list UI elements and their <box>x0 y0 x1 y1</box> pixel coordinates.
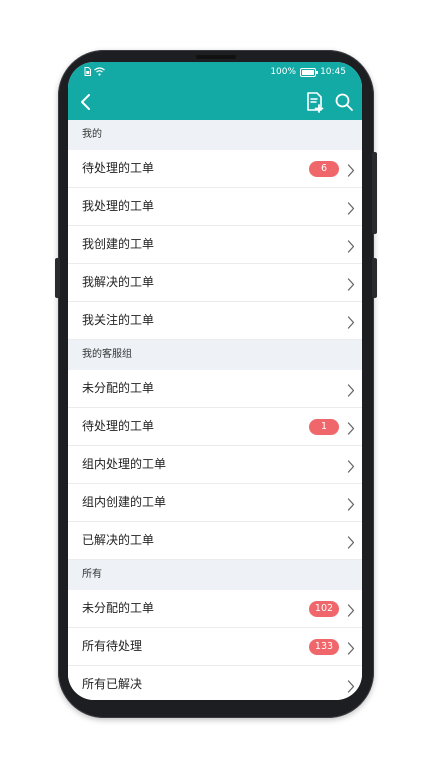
ticket-list-item[interactable]: 未分配的工单 <box>68 370 362 408</box>
ticket-list-item-label: 我处理的工单 <box>82 199 155 213</box>
status-bar: 100% 10:45 <box>68 62 362 84</box>
battery-percent: 100% <box>270 67 297 77</box>
section-header: 我的客服组 <box>68 340 362 370</box>
chevron-left-icon[interactable] <box>76 92 96 112</box>
ticket-list-item[interactable]: 未分配的工单 102 <box>68 590 362 628</box>
ticket-list-item-label: 已解决的工单 <box>82 533 155 547</box>
wifi-icon <box>94 67 105 76</box>
power-button <box>372 152 377 234</box>
battery-icon <box>300 67 319 77</box>
ticket-list-item-label: 待处理的工单 <box>82 161 155 175</box>
sim-icon <box>84 67 91 76</box>
chevron-right-icon <box>347 678 355 693</box>
ticket-list-item[interactable]: 已解决的工单 <box>68 522 362 560</box>
chevron-right-icon <box>347 458 355 473</box>
status-time: 10:45 <box>320 67 346 77</box>
chevron-right-icon <box>347 314 355 329</box>
ticket-list-item-label: 我创建的工单 <box>82 237 155 251</box>
speaker-grille <box>196 55 236 59</box>
screen: 100% 10:45 我的待处理的工单 6 我处理的工单 我创建的工单 我解决的工单 我关… <box>68 62 362 700</box>
ticket-list-item[interactable]: 所有待处理 133 <box>68 628 362 666</box>
ticket-list-item[interactable]: 我解决的工单 <box>68 264 362 302</box>
status-left <box>84 67 105 76</box>
ticket-list-item-label: 所有待处理 <box>82 639 143 653</box>
ticket-list-item-label: 未分配的工单 <box>82 601 155 615</box>
chevron-right-icon <box>347 602 355 617</box>
ticket-list-item[interactable]: 组内创建的工单 <box>68 484 362 522</box>
chevron-right-icon <box>347 382 355 397</box>
side-button <box>372 258 377 298</box>
ticket-list-item-label: 待处理的工单 <box>82 419 155 433</box>
count-badge: 1 <box>309 419 339 435</box>
ticket-list-item[interactable]: 我关注的工单 <box>68 302 362 340</box>
ticket-list-item[interactable]: 我处理的工单 <box>68 188 362 226</box>
chevron-right-icon <box>347 496 355 511</box>
count-badge: 6 <box>309 161 339 177</box>
document-add-icon[interactable] <box>304 91 326 113</box>
ticket-list-item-label: 所有已解决 <box>82 677 143 691</box>
chevron-right-icon <box>347 276 355 291</box>
title-bar <box>68 84 362 120</box>
status-right: 100% 10:45 <box>270 67 346 77</box>
ticket-list-item-label: 组内处理的工单 <box>82 457 167 471</box>
chevron-right-icon <box>347 420 355 435</box>
chevron-right-icon <box>347 200 355 215</box>
ticket-list-item[interactable]: 待处理的工单 6 <box>68 150 362 188</box>
ticket-list-item-label: 我关注的工单 <box>82 313 155 327</box>
chevron-right-icon <box>347 534 355 549</box>
ticket-list-item-label: 未分配的工单 <box>82 381 155 395</box>
ticket-list-item[interactable]: 组内处理的工单 <box>68 446 362 484</box>
chevron-right-icon <box>347 238 355 253</box>
ticket-list-item[interactable]: 我创建的工单 <box>68 226 362 264</box>
battery-fill <box>302 69 315 75</box>
ticket-list-item[interactable]: 待处理的工单 1 <box>68 408 362 446</box>
count-badge: 133 <box>309 639 339 655</box>
section-header: 我的 <box>68 120 362 150</box>
ticket-menu: 我的待处理的工单 6 我处理的工单 我创建的工单 我解决的工单 我关注的工单我的客服组未分… <box>68 120 362 700</box>
ticket-list-item-label: 组内创建的工单 <box>82 495 167 509</box>
count-badge: 102 <box>309 601 339 617</box>
chevron-right-icon <box>347 162 355 177</box>
section-header: 所有 <box>68 560 362 590</box>
search-icon[interactable] <box>334 92 354 112</box>
ticket-list-item[interactable]: 所有已解决 <box>68 666 362 700</box>
ticket-list-item-label: 我解决的工单 <box>82 275 155 289</box>
volume-button <box>55 258 60 298</box>
chevron-right-icon <box>347 640 355 655</box>
